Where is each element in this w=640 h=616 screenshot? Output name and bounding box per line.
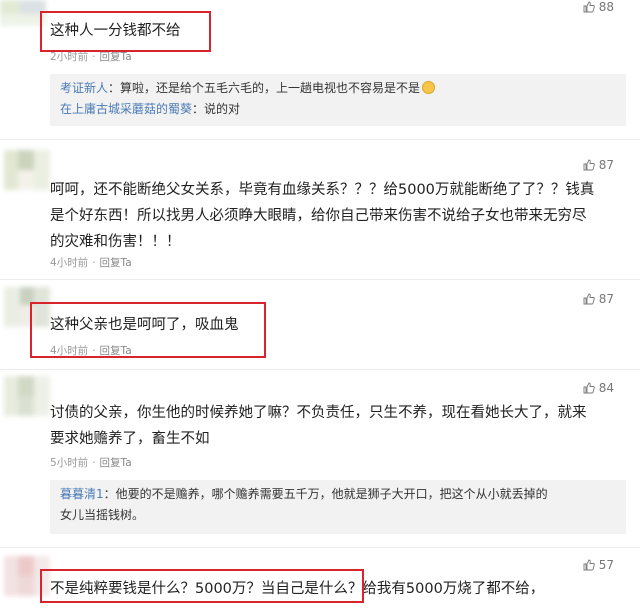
reply-link[interactable]: 回复Ta [100, 51, 132, 63]
smile-emoji-icon [422, 81, 436, 94]
like-count: 88 [598, 0, 614, 14]
like-button[interactable]: 87 [583, 158, 614, 172]
reply-item: 暮暮清1：他要的不是赡养，哪个赡养需要五千万，他就是狮子大开口，把这个从小就丢掉… [60, 487, 548, 501]
reply-thread: 暮暮清1：他要的不是赡养，哪个赡养需要五千万，他就是狮子大开口，把这个从小就丢掉… [50, 480, 626, 534]
timestamp: 2小时前 [50, 51, 89, 63]
reply-link[interactable]: 回复Ta [100, 257, 132, 269]
divider [0, 139, 640, 140]
reply-item: 考证新人：算啦，还是给个五毛六毛的，上一趟电视也不容易是不是 [60, 78, 616, 99]
like-count: 84 [598, 381, 614, 395]
comment-text: 讨债的父亲，你生他的时候养她了嘛？不负责任，只生不养，现在看她长大了，就来 要求… [50, 405, 587, 447]
divider [0, 369, 640, 370]
highlight-box [30, 302, 266, 358]
comment-text: 呵呵，还不能断绝父女关系，毕竟有血缘关系？？？给5000万就能断绝了了？？钱真 … [50, 182, 595, 250]
avatar[interactable] [4, 150, 50, 190]
comment-meta: 4小时前 · 回复Ta [50, 257, 132, 269]
timestamp: 4小时前 [50, 257, 89, 269]
like-button[interactable]: 87 [583, 292, 614, 306]
reply-thread: 考证新人：算啦，还是给个五毛六毛的，上一趟电视也不容易是不是 在上庸古城采蘑菇的… [50, 74, 626, 126]
thumbs-up-icon [583, 159, 595, 171]
reply-username[interactable]: 考证新人 [60, 81, 108, 95]
divider [0, 279, 640, 280]
like-count: 87 [598, 292, 614, 306]
like-button[interactable]: 57 [583, 558, 614, 572]
like-button[interactable]: 88 [583, 0, 614, 14]
divider [0, 547, 640, 548]
avatar[interactable] [4, 376, 50, 416]
reply-text: 他要的不是赡养，哪个赡养需要五千万，他就是狮子大开口，把这个从小就丢掉的 [115, 487, 548, 501]
reply-text-continued: 女儿当摇钱树。 [60, 508, 145, 522]
thumbs-up-icon [583, 1, 595, 13]
highlight-box [40, 569, 364, 603]
thumbs-up-icon [583, 382, 595, 394]
thumbs-up-icon [583, 559, 595, 571]
reply-username[interactable]: 暮暮清1 [60, 487, 104, 501]
highlight-box [40, 11, 211, 52]
reply-text: 说的对 [204, 102, 241, 116]
like-count: 57 [598, 558, 614, 572]
reply-link[interactable]: 回复Ta [100, 457, 132, 469]
reply-item: 在上庸古城采蘑菇的蜀葵：说的对 [60, 102, 241, 116]
reply-username[interactable]: 在上庸古城采蘑菇的蜀葵 [60, 102, 192, 116]
comment-meta: 5小时前 · 回复Ta [50, 457, 132, 469]
timestamp: 5小时前 [50, 457, 89, 469]
like-count: 87 [598, 158, 614, 172]
thumbs-up-icon [583, 293, 595, 305]
like-button[interactable]: 84 [583, 381, 614, 395]
reply-text: 算啦，还是给个五毛六毛的，上一趟电视也不容易是不是 [120, 81, 421, 95]
